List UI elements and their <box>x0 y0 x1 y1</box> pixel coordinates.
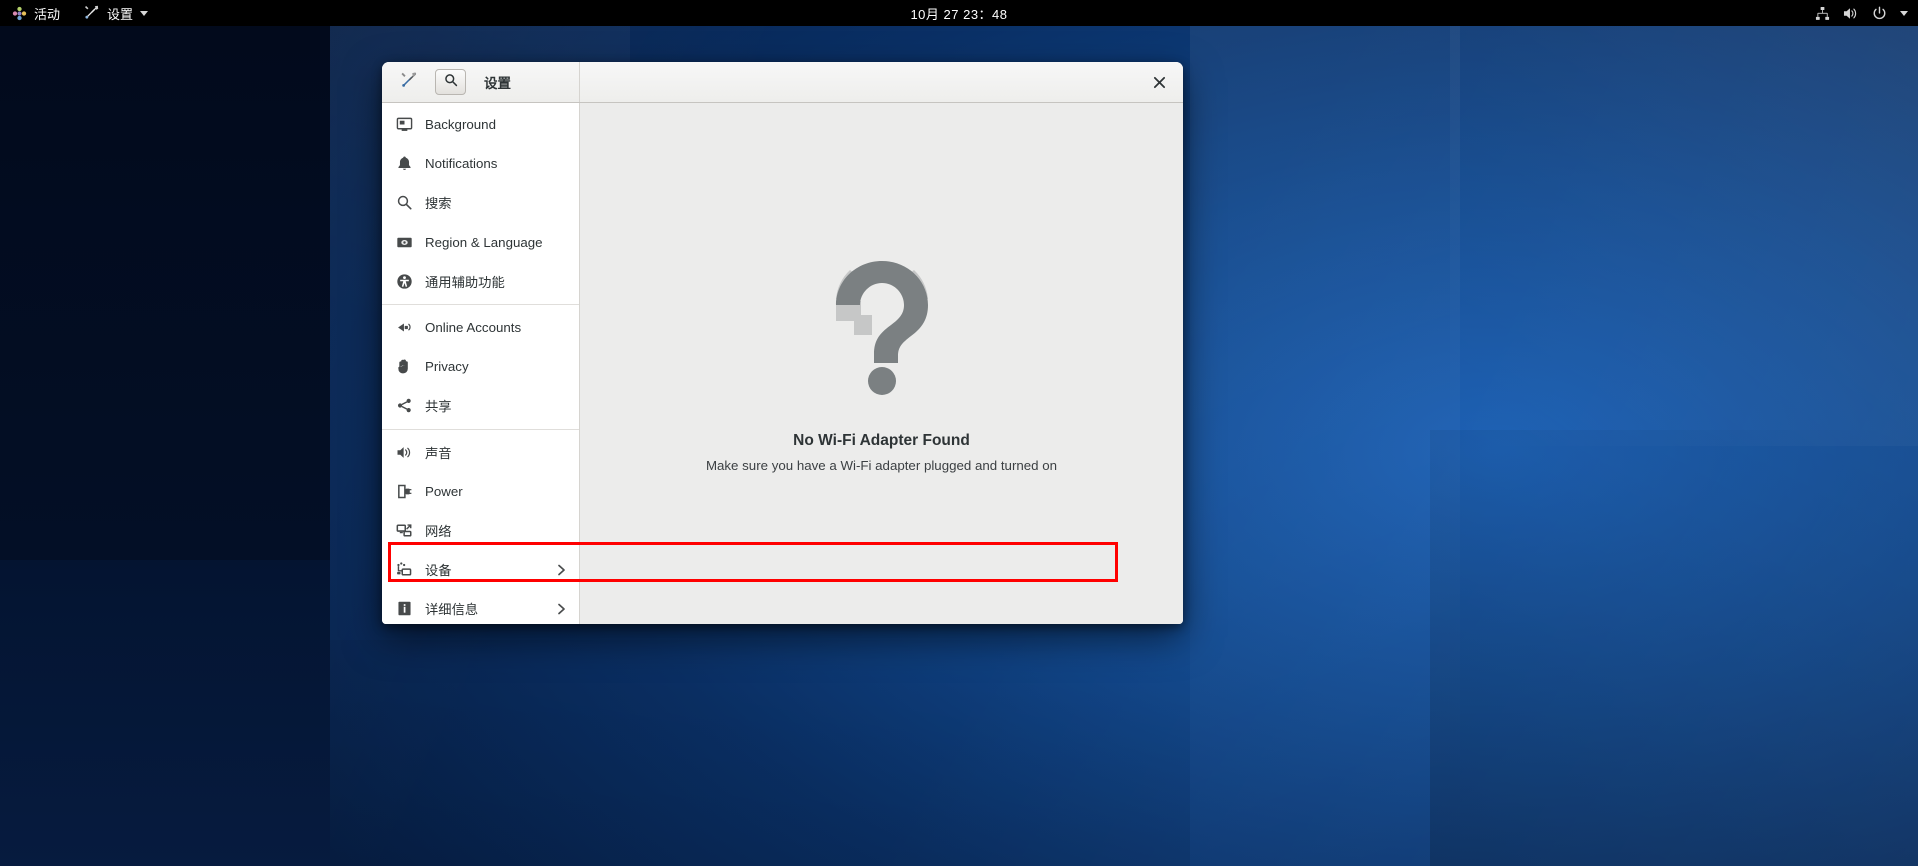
sidebar-item-label: Background <box>425 117 496 133</box>
top-bar-clock-area: 10月 27 23：48 <box>0 0 1918 26</box>
search-icon <box>396 194 413 211</box>
devices-icon <box>396 561 413 578</box>
sidebar-separator <box>382 303 579 305</box>
info-icon <box>396 600 413 617</box>
sidebar-item-label: 通用辅助功能 <box>425 274 505 290</box>
gnome-logo-icon <box>12 6 27 21</box>
search-toggle-button[interactable] <box>435 69 466 95</box>
sidebar-item-privacy[interactable]: Privacy <box>382 347 579 386</box>
sidebar-item-详细信息[interactable]: 详细信息 <box>382 589 579 624</box>
speaker-icon <box>396 444 413 461</box>
top-bar-left-group: 活动 设置 <box>0 0 160 26</box>
chevron-right-icon <box>556 563 567 577</box>
top-bar-status-area[interactable] <box>1815 0 1908 26</box>
sidebar-item-power[interactable]: Power <box>382 472 579 511</box>
sidebar-item-label: Power <box>425 483 463 499</box>
search-icon <box>444 73 458 92</box>
empty-state-subtitle: Make sure you have a Wi-Fi adapter plugg… <box>705 457 1058 473</box>
chevron-down-icon <box>140 10 149 16</box>
sidebar-item-设备[interactable]: 设备 <box>382 550 579 589</box>
settings-window: 设置 Background Notifications 搜索 Region & Lan… <box>382 62 1183 624</box>
sidebar-item-label: Region & Language <box>425 234 543 250</box>
accessibility-icon <box>396 273 413 290</box>
tools-icon <box>401 71 418 93</box>
sidebar-item-通用辅助功能[interactable]: 通用辅助功能 <box>382 262 579 301</box>
network-icon <box>396 522 413 539</box>
titlebar-left-pane: 设置 <box>382 62 580 102</box>
sidebar-separator <box>382 428 579 430</box>
sidebar-item-label: 共享 <box>425 399 452 415</box>
power-icon[interactable] <box>1872 6 1887 21</box>
wallpaper-facet <box>1450 26 1918 446</box>
background-icon <box>396 116 413 133</box>
activities-button[interactable]: 活动 <box>0 0 72 26</box>
sidebar-item-label: 设备 <box>425 563 452 579</box>
settings-sidebar[interactable]: Background Notifications 搜索 Region & Langua… <box>382 103 580 624</box>
window-titlebar: 设置 <box>382 62 1183 103</box>
sidebar-item-label: 网络 <box>425 523 452 539</box>
close-button[interactable] <box>1145 68 1173 96</box>
bell-icon <box>396 155 413 172</box>
titlebar-right-pane <box>580 62 1183 102</box>
sidebar-item-共享[interactable]: 共享 <box>382 386 579 425</box>
network-wired-icon[interactable] <box>1815 6 1830 21</box>
wallpaper-facet <box>1190 26 1460 866</box>
app-menu-button[interactable]: 设置 <box>72 0 160 26</box>
sidebar-item-notifications[interactable]: Notifications <box>382 144 579 183</box>
sidebar-item-region-language[interactable]: Region & Language <box>382 223 579 262</box>
volume-icon[interactable] <box>1843 6 1859 21</box>
wallpaper-facet <box>1430 430 1918 866</box>
window-title: 设置 <box>484 76 511 91</box>
app-menu-label: 设置 <box>107 6 134 22</box>
wallpaper-facet <box>0 560 330 866</box>
sidebar-item-label: 详细信息 <box>425 602 479 618</box>
gnome-top-bar: 活动 设置 10月 27 23：48 <box>0 0 1918 26</box>
window-body: Background Notifications 搜索 Region & Langua… <box>382 103 1183 624</box>
tools-icon-button[interactable] <box>394 69 425 95</box>
chevron-down-icon[interactable] <box>1900 10 1908 16</box>
sidebar-item-background[interactable]: Background <box>382 105 579 144</box>
hand-icon <box>396 358 413 375</box>
sidebar-item-搜索[interactable]: 搜索 <box>382 183 579 222</box>
tools-icon <box>84 4 100 23</box>
flag-icon <box>396 234 413 251</box>
sidebar-item-label: 搜索 <box>425 196 452 212</box>
empty-state-title: No Wi-Fi Adapter Found <box>793 431 970 449</box>
battery-plug-icon <box>396 483 413 500</box>
question-mark-icon <box>816 255 948 402</box>
plug-icon <box>396 319 413 336</box>
activities-label: 活动 <box>34 6 61 22</box>
wallpaper-facet <box>330 640 1190 866</box>
sidebar-item-网络[interactable]: 网络 <box>382 511 579 550</box>
clock-label[interactable]: 10月 27 23：48 <box>910 4 1007 23</box>
sidebar-item-online-accounts[interactable]: Online Accounts <box>382 308 579 347</box>
chevron-right-icon <box>556 602 567 616</box>
settings-content-pane: No Wi-Fi Adapter Found Make sure you hav… <box>580 103 1183 624</box>
share-icon <box>396 397 413 414</box>
sidebar-item-声音[interactable]: 声音 <box>382 433 579 472</box>
sidebar-item-label: Online Accounts <box>425 320 522 336</box>
sidebar-item-label: 声音 <box>425 445 452 461</box>
sidebar-item-label: Notifications <box>425 156 498 172</box>
sidebar-item-label: Privacy <box>425 359 469 375</box>
